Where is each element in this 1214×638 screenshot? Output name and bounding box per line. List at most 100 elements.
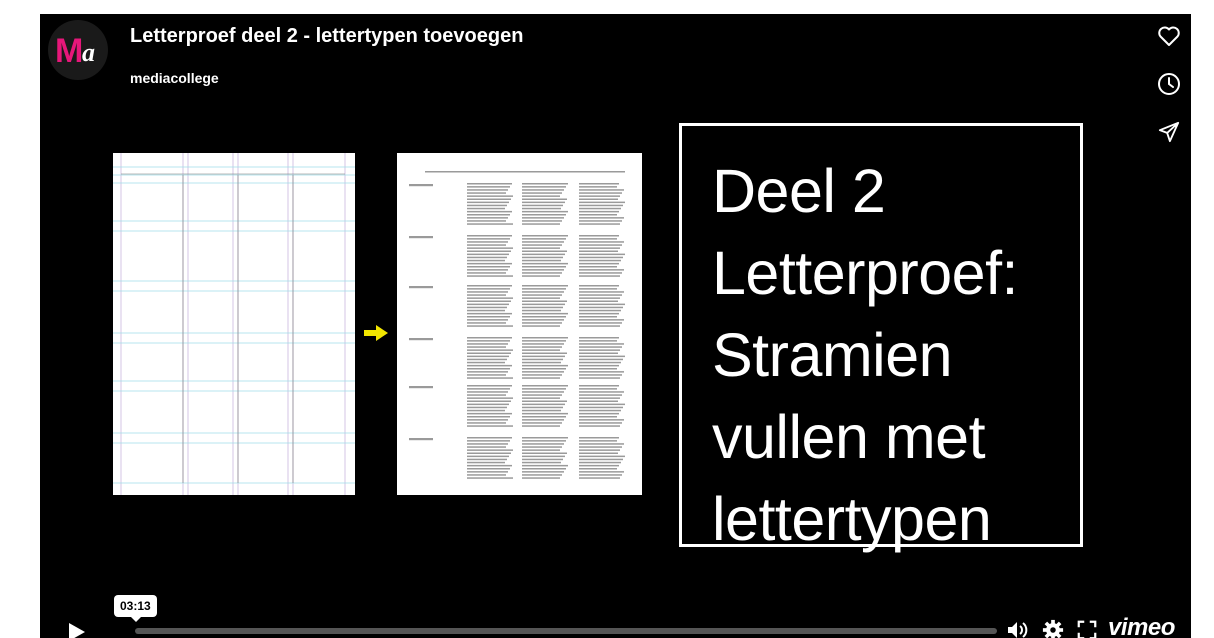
share-button[interactable] [1155, 118, 1183, 146]
specimen-text-line [579, 217, 624, 219]
specimen-text-line [467, 204, 507, 207]
specimen-text-line [522, 241, 564, 243]
specimen-text-line [467, 416, 510, 418]
play-button[interactable] [64, 620, 88, 638]
specimen-text-line [522, 449, 560, 451]
specimen-text-line [522, 391, 564, 393]
specimen-text-line [467, 303, 509, 306]
specimen-text-line [522, 262, 568, 265]
specimen-text-line [522, 300, 567, 302]
specimen-text-line [467, 452, 511, 454]
slide-line: Letterproef: [712, 239, 1018, 307]
specimen-text-line [522, 297, 560, 299]
specimen-text-line [522, 306, 563, 309]
specimen-text-line [579, 416, 617, 418]
specimen-text-line [522, 419, 564, 421]
like-button[interactable] [1155, 22, 1183, 50]
video-player[interactable]: M a Letterproef deel 2 - lettertypen toe… [40, 14, 1191, 638]
specimen-text-line [467, 468, 510, 470]
specimen-text-line [522, 325, 560, 327]
specimen-text-line [522, 288, 566, 290]
specimen-text-line [467, 377, 513, 379]
specimen-text-line [579, 391, 624, 393]
progress-bar[interactable] [135, 628, 997, 634]
specimen-text-line [522, 416, 566, 418]
specimen-text-line [522, 235, 568, 237]
specimen-text-line [522, 371, 564, 373]
specimen-text-line [467, 241, 508, 243]
watch-later-button[interactable] [1155, 70, 1183, 98]
channel-name[interactable]: mediacollege [130, 70, 219, 86]
specimen-text-line [467, 244, 506, 246]
specimen-text-line [522, 397, 560, 399]
specimen-text-line [522, 220, 562, 222]
specimen-text-line [467, 247, 513, 249]
specimen-text-line [467, 440, 510, 442]
specimen-text-line [467, 198, 511, 200]
specimen-text-line [579, 455, 625, 458]
specimen-text-line [522, 337, 568, 339]
specimen-text-line [467, 269, 508, 271]
specimen-text-line [579, 294, 622, 296]
specimen-text-line [467, 406, 507, 409]
specimen-text-line [522, 269, 564, 271]
specimen-text-line [522, 303, 565, 306]
fullscreen-button[interactable] [1075, 618, 1099, 638]
specimen-text-line [467, 337, 512, 339]
gear-icon [1042, 619, 1064, 638]
specimen-text-line [579, 214, 617, 216]
specimen-text-line [467, 340, 510, 342]
specimen-text-line [579, 275, 620, 277]
specimen-text-line [467, 189, 508, 191]
specimen-text-line [467, 364, 512, 367]
specimen-text-line [467, 186, 510, 188]
specimen-text-line [522, 471, 564, 473]
specimen-text-line [579, 437, 619, 439]
vimeo-logo[interactable]: vimeo [1108, 614, 1175, 638]
specimen-text-line [467, 183, 512, 185]
grid-lines [113, 153, 355, 495]
volume-button[interactable] [1006, 618, 1030, 638]
specimen-text-line [522, 343, 564, 345]
specimen-text-line [579, 223, 620, 225]
specimen-text-line [579, 388, 617, 390]
specimen-text-line [467, 319, 508, 321]
specimen-text-line [522, 388, 566, 390]
specimen-text-line [579, 458, 623, 461]
specimen-text-line [579, 346, 622, 348]
specimen-label-line [409, 438, 433, 441]
specimen-text-line [522, 452, 567, 454]
specimen-text-line [522, 455, 565, 458]
specimen-text-line [579, 422, 622, 424]
specimen-text-line [522, 319, 564, 321]
specimen-text-line [467, 400, 511, 402]
specimen-text-line [522, 259, 561, 262]
specimen-text-line [579, 250, 618, 252]
specimen-text-line [522, 210, 568, 213]
specimen-text-line [467, 291, 508, 293]
specimen-text-line [467, 358, 507, 361]
specimen-label-line [409, 338, 433, 341]
specimen-text-line [467, 262, 512, 265]
specimen-text-line [579, 241, 624, 243]
specimen-text-line [579, 297, 620, 299]
specimen-text-line [579, 207, 621, 210]
specimen-text-line [579, 385, 619, 387]
channel-logo[interactable]: M a [48, 20, 108, 80]
specimen-text-line [467, 361, 505, 364]
specimen-text-line [467, 312, 512, 315]
specimen-text-line [579, 306, 623, 309]
specimen-text-line [522, 377, 560, 379]
specimen-text-line [467, 217, 508, 219]
specimen-text-line [467, 374, 506, 376]
settings-button[interactable] [1041, 618, 1065, 638]
video-title[interactable]: Letterproef deel 2 - lettertypen toevoeg… [130, 25, 523, 48]
specimen-text-line [467, 464, 512, 467]
send-icon [1158, 121, 1180, 143]
slide-title-box: Deel 2 Letterproef: Stramien vullen met … [679, 123, 1083, 553]
specimen-label-line [409, 236, 433, 239]
specimen-text-line [579, 262, 619, 265]
specimen-text-line [467, 275, 513, 277]
specimen-text-line [579, 371, 624, 373]
specimen-text-line [522, 437, 568, 439]
